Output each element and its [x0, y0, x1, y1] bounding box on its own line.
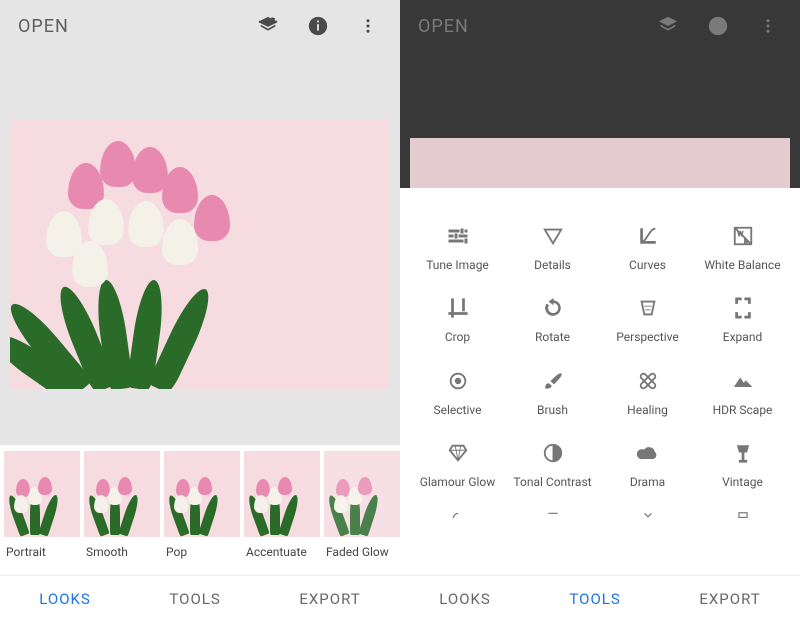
bottom-nav: LOOKS TOOLS EXPORT	[0, 575, 400, 621]
open-button[interactable]: OPEN	[18, 16, 69, 37]
more-icon[interactable]	[754, 12, 782, 40]
tool-perspective[interactable]: Perspective	[600, 286, 695, 354]
tool-label: Vintage	[722, 475, 763, 489]
open-button[interactable]: OPEN	[418, 16, 469, 37]
tool-label: Crop	[445, 330, 470, 344]
tool-label: Curves	[629, 258, 666, 272]
top-bar: OPEN	[0, 0, 400, 52]
tool-glamour-glow[interactable]: Glamour Glow	[410, 431, 505, 499]
diamond-icon	[444, 439, 472, 467]
stacks-icon[interactable]	[654, 12, 682, 40]
cloud-icon	[634, 439, 662, 467]
look-label: Portrait	[4, 545, 80, 559]
tool-expand[interactable]: Expand	[695, 286, 790, 354]
top-bar: OPEN	[400, 0, 800, 52]
nav-looks[interactable]: LOOKS	[39, 590, 91, 608]
crop-icon	[444, 294, 472, 322]
tool-label: Selective	[434, 403, 482, 417]
wb-icon: WB	[729, 222, 757, 250]
look-smooth[interactable]: Smooth	[84, 451, 160, 559]
perspective-icon	[634, 294, 662, 322]
tool-label: Expand	[723, 330, 762, 344]
partial-icon	[539, 504, 567, 518]
looks-thumbnails: Portrait Smooth	[0, 445, 400, 575]
preview-image[interactable]	[10, 119, 390, 389]
tool-brush[interactable]: Brush	[505, 359, 600, 427]
info-icon[interactable]	[304, 12, 332, 40]
tool-label: Rotate	[535, 330, 570, 344]
partial-icon	[444, 504, 472, 518]
look-label: Smooth	[84, 545, 160, 559]
info-icon[interactable]	[704, 12, 732, 40]
image-preview-area	[0, 52, 400, 445]
panel-left: OPEN	[0, 0, 400, 621]
lamp-icon	[729, 439, 757, 467]
tool-label: Brush	[537, 403, 568, 417]
bandage-icon	[634, 367, 662, 395]
brush-icon	[539, 367, 567, 395]
target-icon	[444, 367, 472, 395]
tool-label: Details	[534, 258, 571, 272]
tool-healing[interactable]: Healing	[600, 359, 695, 427]
tool-label: Healing	[627, 403, 668, 417]
svg-text:W: W	[737, 230, 743, 238]
rotate-icon	[539, 294, 567, 322]
more-icon[interactable]	[354, 12, 382, 40]
curves-icon	[634, 222, 662, 250]
partial-icon	[729, 504, 757, 518]
tool-vintage[interactable]: Vintage	[695, 431, 790, 499]
sliders-icon	[444, 222, 472, 250]
mountains-icon	[729, 367, 757, 395]
tool-selective[interactable]: Selective	[410, 359, 505, 427]
tool-label: White Balance	[704, 258, 780, 272]
tool-label: Tune Image	[426, 258, 489, 272]
triangle-down-icon	[539, 222, 567, 250]
tool-white-balance[interactable]: WB White Balance	[695, 214, 790, 282]
bottom-nav: LOOKS TOOLS EXPORT	[400, 575, 800, 621]
nav-export[interactable]: EXPORT	[699, 590, 760, 608]
stacks-icon[interactable]	[254, 12, 282, 40]
contrast-icon	[539, 439, 567, 467]
nav-tools[interactable]: TOOLS	[169, 590, 220, 608]
tools-panel: Tune Image Details Curves WB White Balan…	[400, 188, 800, 575]
partial-icon	[634, 504, 662, 518]
look-label: Pop	[164, 545, 240, 559]
tool-tune-image[interactable]: Tune Image	[410, 214, 505, 282]
panel-right: OPEN Tune Image Details C	[400, 0, 800, 621]
look-label: Accentuate	[244, 545, 320, 559]
tool-label: Perspective	[616, 330, 678, 344]
tool-label: Glamour Glow	[420, 475, 496, 489]
tools-row-partial	[410, 504, 790, 518]
tool-label: Tonal Contrast	[513, 475, 591, 489]
look-portrait[interactable]: Portrait	[4, 451, 80, 559]
tool-details[interactable]: Details	[505, 214, 600, 282]
tool-hdr-scape[interactable]: HDR Scape	[695, 359, 790, 427]
tool-label: HDR Scape	[713, 403, 773, 417]
look-pop[interactable]: Pop	[164, 451, 240, 559]
tool-drama[interactable]: Drama	[600, 431, 695, 499]
tool-crop[interactable]: Crop	[410, 286, 505, 354]
nav-tools[interactable]: TOOLS	[569, 590, 620, 608]
nav-export[interactable]: EXPORT	[299, 590, 360, 608]
look-faded-glow[interactable]: Faded Glow	[324, 451, 400, 559]
tool-label: Drama	[630, 475, 665, 489]
expand-icon	[729, 294, 757, 322]
svg-text:B: B	[743, 237, 747, 245]
look-accentuate[interactable]: Accentuate	[244, 451, 320, 559]
nav-looks[interactable]: LOOKS	[439, 590, 491, 608]
tool-curves[interactable]: Curves	[600, 214, 695, 282]
tool-rotate[interactable]: Rotate	[505, 286, 600, 354]
look-label: Faded Glow	[324, 545, 400, 559]
tool-tonal-contrast[interactable]: Tonal Contrast	[505, 431, 600, 499]
dimmed-preview	[400, 52, 800, 188]
